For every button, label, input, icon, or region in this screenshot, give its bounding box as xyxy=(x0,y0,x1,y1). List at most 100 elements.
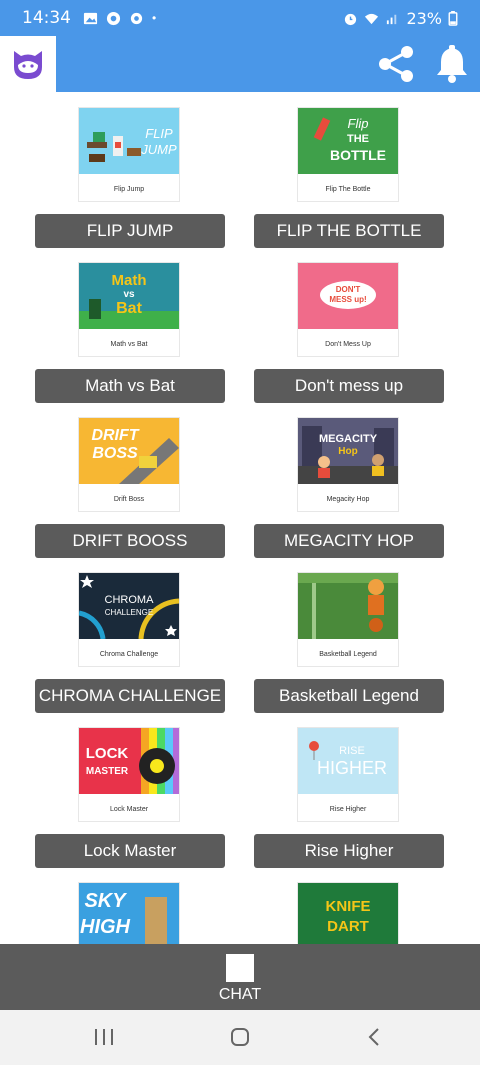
game-caption: Flip Jump xyxy=(113,186,145,193)
recents-button[interactable] xyxy=(84,1022,124,1052)
svg-text:LOCK: LOCK xyxy=(86,745,129,762)
game-thumbnail-frame[interactable]: Flip THE BOTTLE Flip The Bottle xyxy=(297,107,399,202)
back-button[interactable] xyxy=(354,1022,394,1052)
play-button[interactable]: DRIFT BOOSS xyxy=(35,524,225,558)
play-button[interactable]: Basketball Legend xyxy=(254,679,444,713)
game-card-math-vs-bat: Math vs Bat Math vs Bat Math vs Bat xyxy=(35,262,225,403)
megacity-hop-thumbnail: MEGACITY Hop xyxy=(298,418,398,484)
svg-text:vs: vs xyxy=(123,289,135,300)
svg-text:CHALLENGE: CHALLENGE xyxy=(105,608,153,617)
svg-text:BOTTLE: BOTTLE xyxy=(330,147,386,163)
svg-text:JUMP: JUMP xyxy=(140,142,177,157)
play-button[interactable]: CHROMA CHALLENGE xyxy=(35,679,225,713)
play-button[interactable]: Math vs Bat xyxy=(35,369,225,403)
game-grid: FLIP JUMP Flip Jump FLIP JUMP Flip THE B… xyxy=(0,92,480,944)
image-icon xyxy=(83,12,98,24)
alarm-icon xyxy=(345,13,357,25)
game-card-basketball-legend: Basketball Legend Basketball Legend xyxy=(254,572,444,713)
play-button[interactable]: Lock Master xyxy=(35,834,225,868)
sky-high-thumbnail: SKY HIGH xyxy=(79,883,179,944)
svg-text:BOSS: BOSS xyxy=(92,445,138,462)
chat-label: CHAT xyxy=(218,986,262,1003)
game-caption: Chroma Challenge xyxy=(99,651,159,658)
svg-text:MEGACITY: MEGACITY xyxy=(319,433,378,445)
lock-master-thumbnail: LOCK MASTER xyxy=(79,728,179,794)
game-thumbnail-frame[interactable]: CHROMA CHALLENGE Chroma Challenge xyxy=(78,572,180,667)
svg-text:MESS up!: MESS up! xyxy=(329,295,366,304)
home-button[interactable] xyxy=(220,1022,260,1052)
game-card-flip-the-bottle: Flip THE BOTTLE Flip The Bottle FLIP THE… xyxy=(254,107,444,248)
signal-icon xyxy=(387,14,397,24)
game-caption: Rise Higher xyxy=(329,806,367,813)
svg-text:SKY: SKY xyxy=(84,890,127,912)
svg-text:Math: Math xyxy=(112,272,147,289)
play-button[interactable]: Rise Higher xyxy=(254,834,444,868)
svg-text:HIGH: HIGH xyxy=(80,916,131,938)
chat-bar[interactable]: CHAT xyxy=(0,944,480,1010)
game-card-sky-high: SKY HIGH xyxy=(35,882,225,944)
game-caption: Drift Boss xyxy=(113,496,145,503)
svg-text:CHROMA: CHROMA xyxy=(105,594,155,606)
game-card-dont-mess-up: DON'T MESS up! Don't Mess Up Don't mess … xyxy=(254,262,444,403)
game-thumbnail-frame[interactable]: SKY HIGH xyxy=(78,882,180,944)
play-button[interactable]: FLIP JUMP xyxy=(35,214,225,248)
game-caption: Flip The Bottle xyxy=(325,186,371,193)
recents-icon xyxy=(95,1029,113,1045)
game-thumbnail-frame[interactable]: DON'T MESS up! Don't Mess Up xyxy=(297,262,399,357)
svg-text:FLIP: FLIP xyxy=(145,126,173,141)
chroma-challenge-thumbnail: CHROMA CHALLENGE xyxy=(79,573,179,639)
game-thumbnail-frame[interactable]: LOCK MASTER Lock Master xyxy=(78,727,180,822)
dont-mess-up-thumbnail: DON'T MESS up! xyxy=(298,263,398,329)
status-dot: • xyxy=(152,11,157,25)
basketball-legend-thumbnail xyxy=(298,573,398,639)
game-card-lock-master: LOCK MASTER Lock Master Lock Master xyxy=(35,727,225,868)
game-thumbnail-frame[interactable]: MEGACITY Hop Megacity Hop xyxy=(297,417,399,512)
game-card-chroma-challenge: CHROMA CHALLENGE Chroma Challenge CHROMA… xyxy=(35,572,225,713)
game-caption: Don't Mess Up xyxy=(325,341,371,348)
game-caption: Math vs Bat xyxy=(110,341,148,348)
svg-text:DART: DART xyxy=(327,918,369,935)
app-bar xyxy=(0,36,480,92)
game-thumbnail-frame[interactable]: FLIP JUMP Flip Jump xyxy=(78,107,180,202)
svg-text:RISE: RISE xyxy=(339,745,365,757)
svg-text:KNIFE: KNIFE xyxy=(326,898,371,915)
bell-icon xyxy=(437,45,467,83)
svg-text:Flip: Flip xyxy=(348,116,369,131)
status-bar: 14:34 • 23% xyxy=(0,0,480,36)
flip-jump-thumbnail: FLIP JUMP xyxy=(79,108,179,174)
chrome-icon xyxy=(106,11,121,25)
game-card-rise-higher: RISE HIGHER Rise Higher Rise Higher xyxy=(254,727,444,868)
home-icon xyxy=(231,1028,249,1046)
play-button[interactable]: MEGACITY HOP xyxy=(254,524,444,558)
rise-higher-thumbnail: RISE HIGHER xyxy=(298,728,398,794)
svg-text:Bat: Bat xyxy=(116,300,142,317)
play-button[interactable]: Don't mess up xyxy=(254,369,444,403)
game-thumbnail-frame[interactable]: KNIFE DART xyxy=(297,882,399,944)
wifi-icon xyxy=(365,13,379,24)
flip-the-bottle-thumbnail: Flip THE BOTTLE xyxy=(298,108,398,174)
svg-text:THE: THE xyxy=(347,133,369,145)
share-button[interactable] xyxy=(376,42,418,86)
chat-icon xyxy=(226,954,254,982)
game-caption: Basketball Legend xyxy=(319,651,377,658)
battery-icon xyxy=(448,10,458,26)
app-logo[interactable] xyxy=(0,36,56,92)
game-card-flip-jump: FLIP JUMP Flip Jump FLIP JUMP xyxy=(35,107,225,248)
drift-boss-thumbnail: DRIFT BOSS xyxy=(79,418,179,484)
knife-dart-thumbnail: KNIFE DART xyxy=(298,883,398,944)
share-icon xyxy=(379,46,413,82)
status-time: 14:34 xyxy=(22,8,71,28)
notifications-button[interactable] xyxy=(432,42,472,86)
game-thumbnail-frame[interactable]: RISE HIGHER Rise Higher xyxy=(297,727,399,822)
game-thumbnail-frame[interactable]: DRIFT BOSS Drift Boss xyxy=(78,417,180,512)
settings-icon xyxy=(130,12,143,24)
game-thumbnail-frame[interactable]: Math vs Bat Math vs Bat xyxy=(78,262,180,357)
game-card-knife-dart: KNIFE DART xyxy=(254,882,444,944)
game-thumbnail-frame[interactable]: Basketball Legend xyxy=(297,572,399,667)
math-vs-bat-thumbnail: Math vs Bat xyxy=(79,263,179,329)
game-caption: Lock Master xyxy=(109,806,149,813)
battery-percent: 23% xyxy=(406,8,442,28)
back-icon xyxy=(368,1028,379,1046)
cat-logo-icon xyxy=(14,51,42,79)
play-button[interactable]: FLIP THE BOTTLE xyxy=(254,214,444,248)
